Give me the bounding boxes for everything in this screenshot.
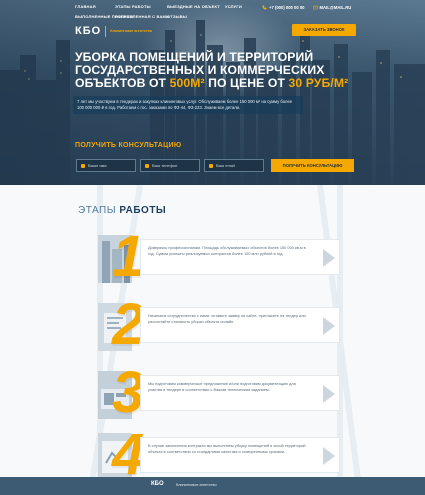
step-card-4: В случае заключения контракта мы выполня… — [140, 437, 340, 473]
top-navigation: ГЛАВНАЯ ЭТАПЫ РАБОТЫ ВЫЕЗДНЫЕ НА ОБЪЕКТ … — [75, 4, 242, 19]
nav-item-reviews[interactable]: ОТЗЫВЫ — [167, 14, 221, 19]
email-field[interactable]: Ваш email — [204, 159, 264, 172]
arrow-right-icon — [323, 447, 335, 465]
step-text-2: Начинаем сотрудничество с нами: оставьте… — [148, 313, 306, 324]
headline-line-3a: объектов от — [75, 76, 170, 90]
phone-field[interactable]: Ваш телефон — [140, 159, 200, 172]
step-card-1: Доверяясь профессионалам. Площадь обслуж… — [140, 239, 340, 275]
step-text-3: Мы подготовим коммерческое предложение и… — [148, 381, 296, 392]
hero-section: ГЛАВНАЯ ЭТАПЫ РАБОТЫ ВЫЕЗДНЫЕ НА ОБЪЕКТ … — [0, 0, 425, 185]
phone-field-icon — [145, 163, 149, 168]
get-consultation-button[interactable]: ПОЛУЧИТЬ КОНСУЛЬТАЦИЮ — [271, 159, 354, 172]
callback-button[interactable]: ЗАКАЗАТЬ ЗВОНОК — [292, 24, 356, 36]
email-contact[interactable]: MAIL@MAIL.RU — [312, 5, 352, 10]
hero-headline: Уборка помещений и территорий государств… — [75, 51, 375, 90]
step-text-4: В случае заключения контракта мы выполня… — [148, 443, 306, 454]
steps-title-bold: РАБОТЫ — [119, 205, 167, 216]
header-contacts: +7 (000) 000 00 00 MAIL@MAIL.RU — [262, 5, 351, 10]
footer-band: КБО Клининговое агентство — [0, 477, 425, 495]
step-card-2: Начинаем сотрудничество с нами: оставьте… — [140, 307, 340, 343]
hero-lead-text: 7 лет мы участвуем в тендерах и закупках… — [73, 96, 303, 114]
email-address: MAIL@MAIL.RU — [319, 5, 352, 10]
user-icon — [81, 163, 85, 168]
headline-price-accent: 30 руб/м² — [288, 76, 349, 90]
headline-area-accent: 500м² — [169, 76, 205, 90]
nav-item-steps[interactable]: ЭТАПЫ РАБОТЫ — [115, 4, 163, 9]
logo-tagline: Клининговое агентство — [110, 29, 152, 33]
nav-item-home[interactable]: ГЛАВНАЯ — [75, 4, 111, 9]
nav-item-empty — [225, 14, 255, 19]
steps-section: ЭТАПЫ РАБОТЫ 1 Доверяясь профессионалам.… — [0, 185, 425, 495]
name-field[interactable]: Ваше имя — [76, 159, 136, 172]
nav-item-services[interactable]: УСЛУГИ — [225, 4, 255, 9]
nav-item-projects[interactable]: ВЫПОЛНЕННЫЕ ПРОЕКТЫ — [75, 14, 133, 19]
consultation-title: ПОЛУЧИТЬ КОНСУЛЬТАЦИЮ — [75, 142, 182, 149]
consultation-form: Ваше имя Ваш телефон Ваш email ПОЛУЧИТЬ … — [76, 159, 354, 172]
step-text-1: Доверяясь профессионалам. Площадь обслуж… — [148, 245, 306, 256]
headline-line-2: государственных и коммерческих — [75, 63, 325, 77]
step-item-1: 1 Доверяясь профессионалам. Площадь обсл… — [98, 227, 348, 297]
name-placeholder: Ваше имя — [88, 163, 107, 168]
hero-overlay — [0, 0, 425, 185]
email-placeholder: Ваш email — [216, 163, 235, 168]
step-item-2: 2 Начинаем сотрудничество с нами: оставь… — [98, 295, 348, 365]
arrow-right-icon — [323, 385, 335, 403]
arrow-right-icon — [323, 249, 335, 267]
mail-field-icon — [209, 163, 213, 168]
arrow-right-icon — [323, 317, 335, 335]
headline-line-3c: по цене от — [204, 76, 289, 90]
logo-divider — [105, 25, 107, 37]
phone-icon — [262, 5, 267, 10]
phone-placeholder: Ваш телефон — [152, 163, 178, 168]
steps-title: ЭТАПЫ РАБОТЫ — [78, 205, 166, 216]
headline-line-1: Уборка помещений и территорий — [75, 50, 314, 64]
footer-logo[interactable]: КБО — [151, 481, 164, 487]
steps-title-light: ЭТАПЫ — [78, 205, 117, 216]
step-card-3: Мы подготовим коммерческое предложение и… — [140, 375, 340, 411]
phone-contact[interactable]: +7 (000) 000 00 00 — [262, 5, 305, 10]
mail-icon — [312, 5, 318, 10]
phone-number: +7 (000) 000 00 00 — [269, 5, 305, 10]
nav-item-partners[interactable]: ОТПРАВЛЕННАЯ С ВАМИ — [115, 14, 169, 19]
logo[interactable]: КБО Клининговое агентство — [75, 25, 152, 37]
logo-mark: КБО — [75, 25, 102, 37]
nav-item-onsite[interactable]: ВЫЕЗДНЫЕ НА ОБЪЕКТ — [167, 4, 221, 9]
footer-tagline: Клининговое агентство — [176, 483, 217, 487]
